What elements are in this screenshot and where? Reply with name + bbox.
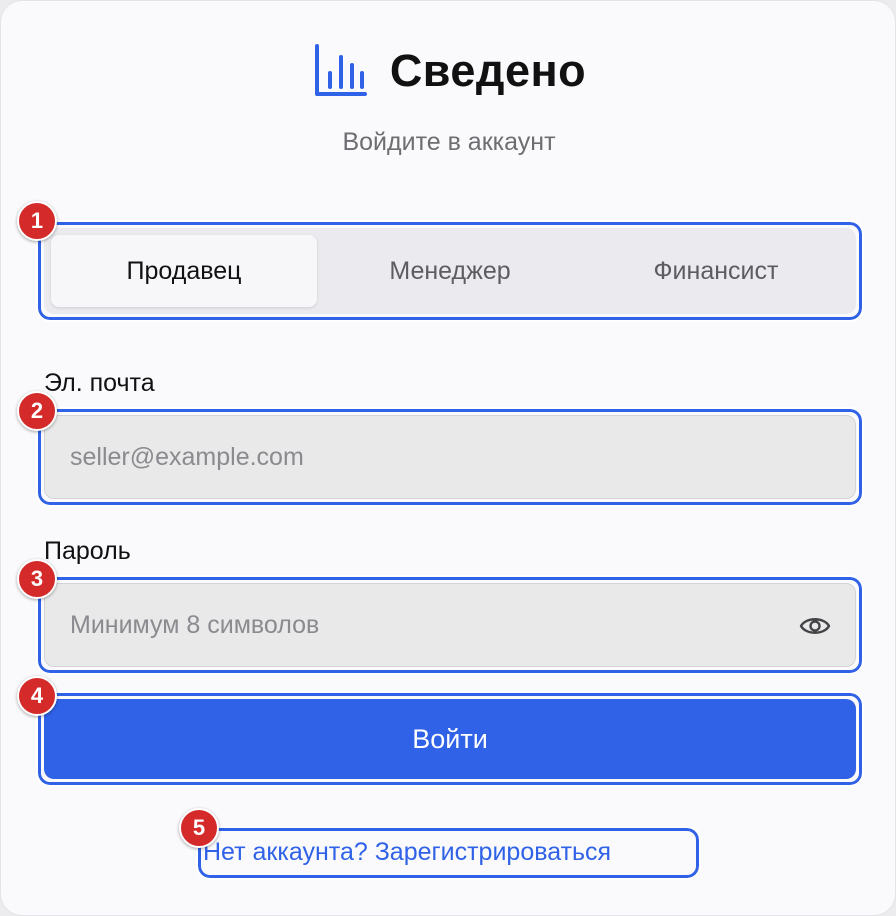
email-field[interactable]: seller@example.com: [44, 415, 856, 499]
password-label: Пароль: [44, 537, 131, 565]
submit-button[interactable]: Войти: [44, 699, 856, 779]
page-subtitle: Войдите в аккаунт: [342, 128, 556, 156]
email-placeholder: seller@example.com: [70, 442, 304, 471]
annotation-badge-4: 4: [17, 676, 57, 716]
role-selector[interactable]: Продавец Менеджер Финансист: [44, 228, 856, 314]
email-label: Эл. почта: [44, 369, 155, 397]
annotation-badge-2: 2: [17, 391, 57, 431]
annotation-badge-5: 5: [179, 808, 219, 848]
annotation-badge-3: 3: [17, 559, 57, 599]
password-field[interactable]: Минимум 8 символов: [44, 583, 856, 667]
role-tab-financier[interactable]: Финансист: [583, 235, 849, 307]
register-link[interactable]: Нет аккаунта? Зарегистрироваться: [203, 838, 611, 867]
eye-icon[interactable]: [799, 610, 831, 649]
brand-name: Сведено: [389, 45, 587, 96]
annotation-badge-1: 1: [17, 201, 57, 241]
password-placeholder: Минимум 8 символов: [70, 610, 320, 639]
bar-chart-icon: [312, 43, 368, 99]
role-tab-seller[interactable]: Продавец: [51, 235, 317, 307]
login-card: Сведено Войдите в аккаунт 1 Продавец Мен…: [0, 0, 896, 916]
brand-header: Сведено: [1, 43, 896, 99]
role-tab-manager[interactable]: Менеджер: [317, 235, 583, 307]
